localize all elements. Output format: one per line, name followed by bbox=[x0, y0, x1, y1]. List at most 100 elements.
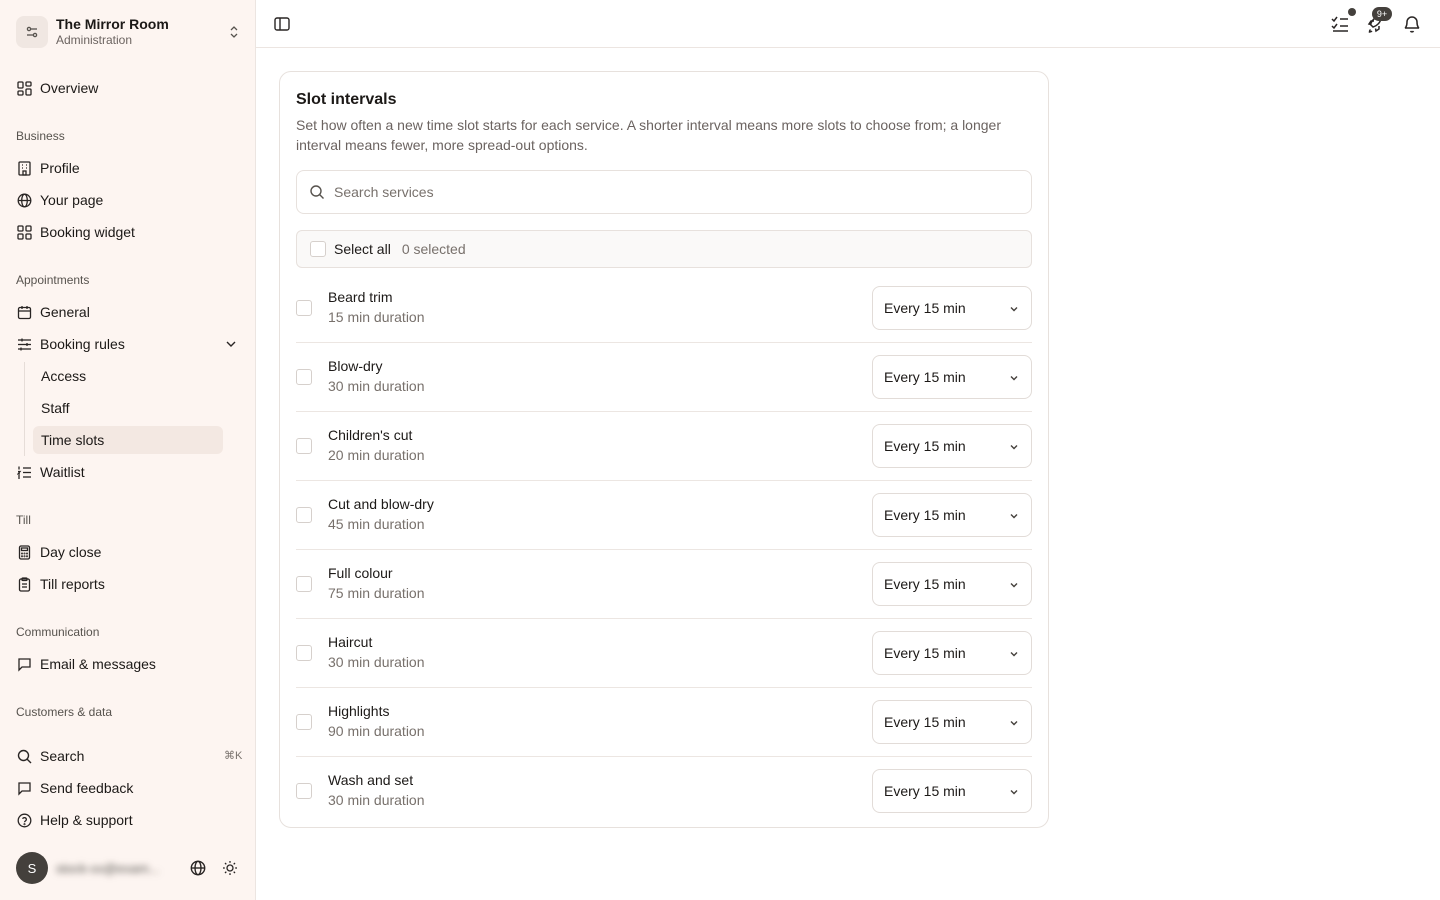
service-row: Highlights 90 min duration Every 15 min bbox=[296, 688, 1032, 757]
sidebar-item-label: Send feedback bbox=[40, 780, 134, 796]
interval-value: Every 15 min bbox=[884, 783, 966, 799]
checklist-dot-indicator bbox=[1348, 8, 1356, 16]
sidebar-item-label: Overview bbox=[40, 80, 99, 96]
help-circle-icon bbox=[16, 812, 32, 828]
sliders-icon bbox=[16, 336, 32, 352]
interval-select[interactable]: Every 15 min bbox=[872, 493, 1032, 537]
sidebar-item-label: General bbox=[40, 304, 90, 320]
service-row: Beard trim 15 min duration Every 15 min bbox=[296, 274, 1032, 343]
sidebar-subitem-time-slots[interactable]: Time slots bbox=[33, 426, 223, 454]
interval-select[interactable]: Every 15 min bbox=[872, 424, 1032, 468]
sidebar-toggle-icon[interactable] bbox=[273, 15, 291, 33]
submenu-line bbox=[24, 362, 25, 456]
interval-select[interactable]: Every 15 min bbox=[872, 769, 1032, 813]
selected-count: 0 selected bbox=[401, 241, 466, 257]
search-box[interactable] bbox=[296, 170, 1032, 214]
section-label-business: Business bbox=[16, 129, 65, 143]
sidebar-item-send-feedback[interactable]: Send feedback bbox=[16, 775, 133, 801]
service-checkbox[interactable] bbox=[296, 576, 312, 592]
service-row: Wash and set 30 min duration Every 15 mi… bbox=[296, 757, 1032, 826]
sidebar-item-your-page[interactable]: Your page bbox=[16, 187, 103, 213]
grid-icon bbox=[16, 224, 32, 240]
interval-select[interactable]: Every 15 min bbox=[872, 286, 1032, 330]
service-duration: 20 min duration bbox=[328, 447, 425, 463]
bell-icon[interactable] bbox=[1402, 14, 1422, 34]
service-name: Beard trim bbox=[328, 289, 393, 305]
sidebar-subitem-access[interactable]: Access bbox=[33, 362, 223, 390]
message-square-icon bbox=[16, 780, 32, 796]
interval-value: Every 15 min bbox=[884, 300, 966, 316]
service-checkbox[interactable] bbox=[296, 783, 312, 799]
sun-icon[interactable] bbox=[222, 860, 238, 876]
service-row: Cut and blow-dry 45 min duration Every 1… bbox=[296, 481, 1032, 550]
service-row: Haircut 30 min duration Every 15 min bbox=[296, 619, 1032, 688]
building-icon bbox=[16, 160, 32, 176]
sidebar-subitem-staff[interactable]: Staff bbox=[33, 394, 223, 422]
chevron-down-icon bbox=[1010, 790, 1018, 795]
card-description: Set how often a new time slot starts for… bbox=[296, 117, 1001, 153]
chevron-down-icon[interactable] bbox=[224, 337, 238, 351]
chevron-down-icon bbox=[1010, 307, 1018, 312]
sidebar-item-search[interactable]: Search bbox=[16, 743, 84, 769]
service-name: Highlights bbox=[328, 703, 390, 719]
org-logo-icon bbox=[16, 16, 48, 48]
section-label-appointments: Appointments bbox=[16, 273, 90, 287]
sidebar-item-overview[interactable]: Overview bbox=[16, 75, 98, 101]
search-services-input[interactable] bbox=[334, 184, 1014, 200]
interval-select[interactable]: Every 15 min bbox=[872, 562, 1032, 606]
sidebar-item-general[interactable]: General bbox=[16, 299, 90, 325]
service-duration: 30 min duration bbox=[328, 378, 425, 394]
service-checkbox[interactable] bbox=[296, 300, 312, 316]
service-duration: 75 min duration bbox=[328, 585, 425, 601]
sidebar: The Mirror Room Administration Overview … bbox=[0, 0, 256, 900]
sidebar-item-till-reports[interactable]: Till reports bbox=[16, 571, 105, 597]
search-icon bbox=[310, 185, 324, 199]
sidebar-item-help-support[interactable]: Help & support bbox=[16, 807, 133, 833]
calendar-icon bbox=[16, 304, 32, 320]
service-checkbox[interactable] bbox=[296, 507, 312, 523]
user-email: stock-xx@exam... bbox=[56, 860, 160, 876]
service-row: Blow-dry 30 min duration Every 15 min bbox=[296, 343, 1032, 412]
interval-select[interactable]: Every 15 min bbox=[872, 700, 1032, 744]
service-name: Haircut bbox=[328, 634, 373, 650]
globe-icon bbox=[16, 192, 32, 208]
interval-select[interactable]: Every 15 min bbox=[872, 631, 1032, 675]
list-ordered-icon bbox=[16, 464, 32, 480]
sidebar-item-label: Waitlist bbox=[40, 464, 85, 480]
avatar[interactable]: S bbox=[16, 852, 48, 884]
chevron-down-icon bbox=[1010, 514, 1018, 519]
service-checkbox[interactable] bbox=[296, 645, 312, 661]
card-title: Slot intervals bbox=[296, 91, 397, 108]
calculator-icon bbox=[16, 544, 32, 560]
sidebar-item-booking-widget[interactable]: Booking widget bbox=[16, 219, 135, 245]
topbar: 9+ bbox=[256, 0, 1440, 48]
service-row: Children's cut 20 min duration Every 15 … bbox=[296, 412, 1032, 481]
chevron-down-icon bbox=[1010, 376, 1018, 381]
sidebar-item-waitlist[interactable]: Waitlist bbox=[16, 459, 85, 485]
select-all-bar: Select all 0 selected bbox=[296, 230, 1032, 268]
sidebar-item-profile[interactable]: Profile bbox=[16, 155, 80, 181]
interval-value: Every 15 min bbox=[884, 576, 966, 592]
chevron-down-icon bbox=[1010, 721, 1018, 726]
service-checkbox[interactable] bbox=[296, 438, 312, 454]
service-checkbox[interactable] bbox=[296, 714, 312, 730]
globe-icon[interactable] bbox=[190, 860, 206, 876]
sidebar-item-label: Booking rules bbox=[40, 336, 125, 352]
sidebar-item-label: Till reports bbox=[40, 576, 105, 592]
org-name: The Mirror Room bbox=[56, 15, 169, 32]
slot-intervals-card: Slot intervals Set how often a new time … bbox=[279, 71, 1049, 828]
checklist-icon[interactable] bbox=[1330, 14, 1350, 34]
select-all-label[interactable]: Select all bbox=[334, 241, 391, 257]
interval-select[interactable]: Every 15 min bbox=[872, 355, 1032, 399]
org-switcher[interactable]: The Mirror Room Administration bbox=[16, 14, 242, 50]
sidebar-item-email-messages[interactable]: Email & messages bbox=[16, 651, 156, 677]
interval-value: Every 15 min bbox=[884, 645, 966, 661]
service-name: Full colour bbox=[328, 565, 393, 581]
sidebar-item-label: Email & messages bbox=[40, 656, 156, 672]
service-duration: 15 min duration bbox=[328, 309, 425, 325]
select-all-checkbox[interactable] bbox=[310, 241, 326, 257]
service-checkbox[interactable] bbox=[296, 369, 312, 385]
sidebar-item-day-close[interactable]: Day close bbox=[16, 539, 101, 565]
chevron-down-icon bbox=[1010, 652, 1018, 657]
sidebar-item-booking-rules[interactable]: Booking rules bbox=[16, 331, 125, 357]
